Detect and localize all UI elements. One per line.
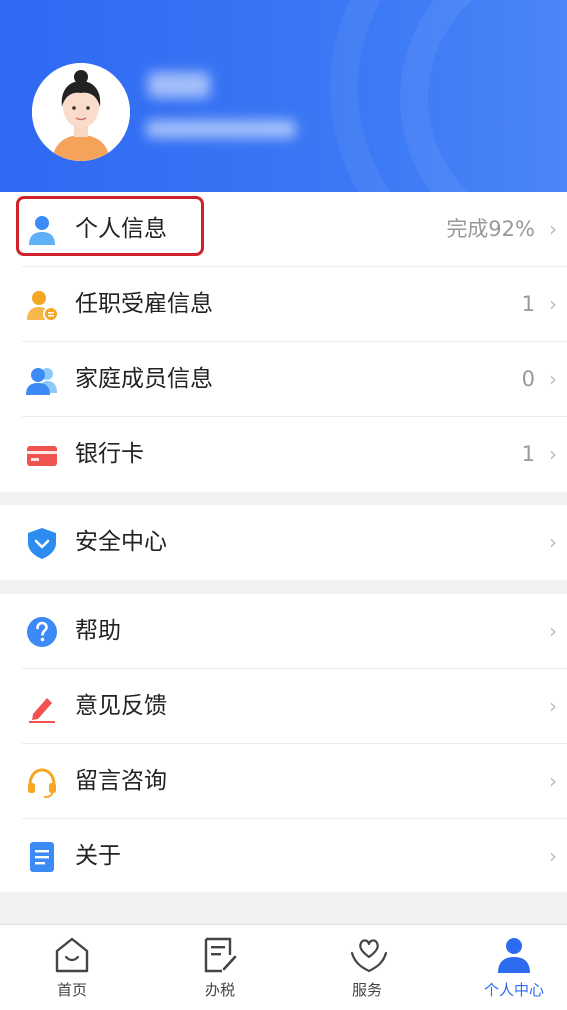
- avatar[interactable]: [32, 63, 130, 161]
- completion-status: 完成92%: [446, 217, 535, 241]
- tab-personal-center[interactable]: 个人中心: [464, 925, 564, 1010]
- home-icon: [55, 937, 89, 973]
- menu-item-label: 银行卡: [75, 441, 144, 467]
- chevron-right-icon: ›: [549, 769, 557, 793]
- person-center-icon: [498, 938, 530, 973]
- document-icon: [30, 842, 54, 872]
- chevron-right-icon: ›: [549, 530, 557, 554]
- chevron-right-icon: ›: [549, 292, 557, 316]
- menu-item-employment-info[interactable]: 任职受雇信息 1 ›: [0, 267, 567, 342]
- tab-label: 首页: [56, 981, 87, 999]
- headset-icon: [28, 768, 56, 798]
- user-id-masked: [146, 120, 296, 138]
- menu-item-security-center[interactable]: 安全中心 ›: [0, 505, 567, 580]
- chevron-right-icon: ›: [549, 844, 557, 868]
- menu-item-label: 家庭成员信息: [75, 366, 213, 392]
- menu-item-label: 意见反馈: [75, 693, 167, 719]
- menu-item-about[interactable]: 关于 ›: [0, 819, 567, 894]
- feedback-pen-icon: [29, 698, 55, 723]
- menu-item-family-info[interactable]: 家庭成员信息 0 ›: [0, 342, 567, 417]
- tab-label: 服务: [351, 981, 382, 999]
- chevron-right-icon: ›: [549, 367, 557, 391]
- chevron-right-icon: ›: [549, 694, 557, 718]
- bottom-tab-bar: 首页 办税 服务 个人中心: [0, 924, 567, 1010]
- tab-service[interactable]: 服务: [317, 925, 417, 1010]
- family-count: 0: [521, 367, 535, 391]
- tab-home[interactable]: 首页: [22, 925, 122, 1010]
- avatar-illustration-icon: [32, 63, 130, 161]
- tax-form-icon: [204, 937, 237, 973]
- employment-icon: [27, 291, 59, 322]
- menu-item-label: 任职受雇信息: [75, 291, 213, 317]
- menu-item-label: 关于: [75, 843, 121, 869]
- tab-label: 个人中心: [483, 981, 544, 999]
- decorative-ring: [400, 0, 567, 192]
- menu-item-label: 安全中心: [75, 529, 167, 555]
- menu-item-label: 帮助: [75, 618, 121, 644]
- tab-label: 办税: [204, 981, 235, 999]
- bank-card-count: 1: [521, 442, 535, 466]
- chevron-right-icon: ›: [549, 217, 557, 241]
- menu-group-support: 帮助 › 意见反馈 › 留言咨询 › 关于 ›: [0, 594, 567, 892]
- bank-card-icon: [27, 446, 57, 466]
- profile-header: [0, 0, 567, 192]
- tab-tax[interactable]: 办税: [170, 925, 270, 1010]
- employment-count: 1: [521, 292, 535, 316]
- highlight-box: [16, 196, 204, 256]
- menu-item-feedback[interactable]: 意见反馈 ›: [0, 669, 567, 744]
- family-icon: [26, 368, 57, 395]
- chevron-right-icon: ›: [549, 442, 557, 466]
- chevron-right-icon: ›: [549, 619, 557, 643]
- menu-item-help[interactable]: 帮助 ›: [0, 594, 567, 669]
- help-icon: [27, 617, 57, 647]
- shield-icon: [28, 528, 56, 559]
- menu-item-bank-card[interactable]: 银行卡 1 ›: [0, 417, 567, 492]
- menu-group-security: 安全中心 ›: [0, 505, 567, 580]
- username-masked: [148, 72, 210, 98]
- menu-item-message-consult[interactable]: 留言咨询 ›: [0, 744, 567, 819]
- menu-item-label: 留言咨询: [75, 768, 167, 794]
- heart-hands-icon: [350, 939, 388, 973]
